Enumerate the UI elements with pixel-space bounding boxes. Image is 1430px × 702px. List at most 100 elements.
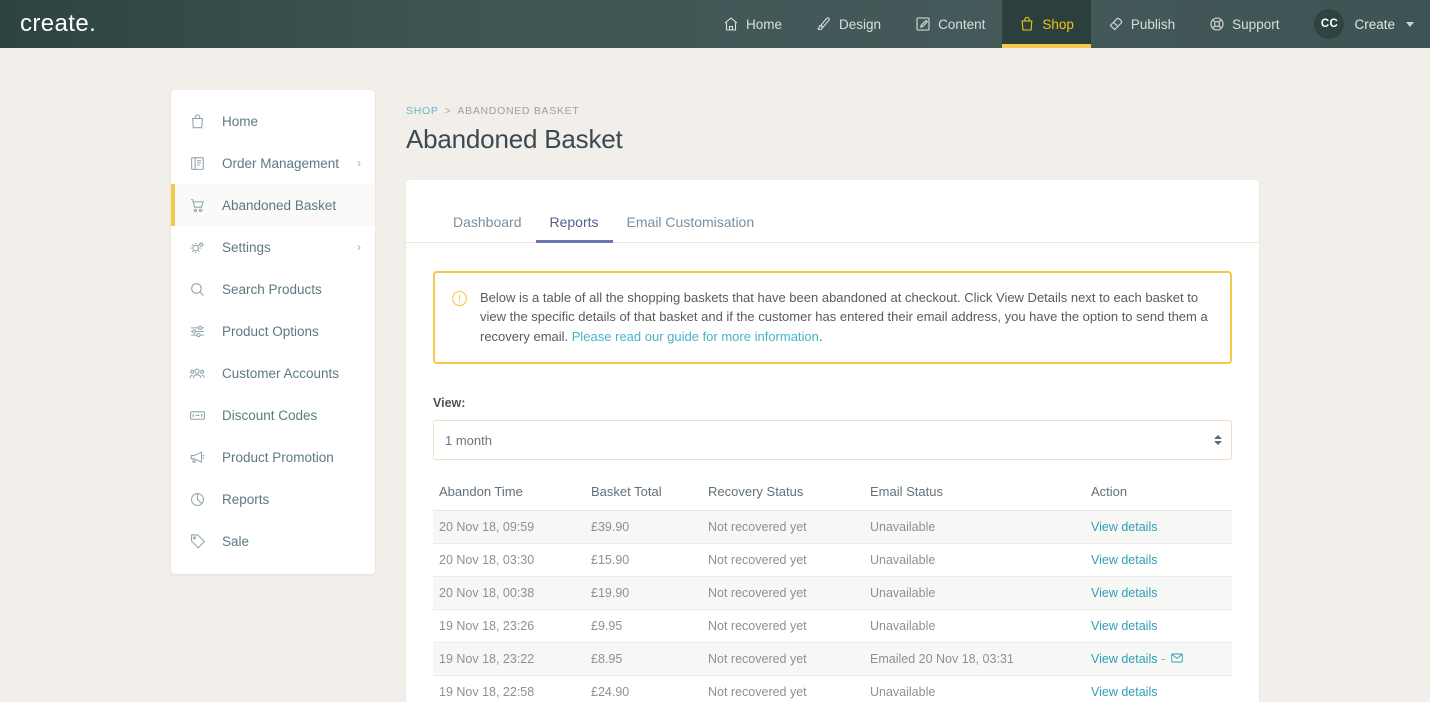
tab-dashboard[interactable]: Dashboard [439, 214, 536, 242]
sidebar-item-discount-codes[interactable]: Discount Codes [171, 394, 375, 436]
table-head: Abandon Time Basket Total Recovery Statu… [433, 484, 1232, 512]
nav-item-content[interactable]: Content [898, 0, 1002, 48]
piechart-icon [188, 490, 206, 508]
info-circle-icon [451, 290, 468, 307]
sidebar-item-home[interactable]: Home [171, 100, 375, 142]
sidebar-item-customer-accounts[interactable]: Customer Accounts [171, 352, 375, 394]
cell-action: View details [1085, 576, 1232, 611]
avatar: CC [1314, 9, 1345, 39]
page-title: Abandoned Basket [406, 124, 623, 154]
book-icon [188, 154, 206, 172]
cell-action: View details [1085, 609, 1232, 644]
view-details-link[interactable]: View details [1091, 685, 1157, 699]
view-details-link[interactable]: View details [1091, 586, 1157, 600]
tab-bar: Dashboard Reports Email Customisation [406, 180, 1259, 243]
sidebar-item-search-products[interactable]: Search Products [171, 268, 375, 310]
cell-basket-total: £24.90 [585, 675, 702, 702]
sidebar-label: Discount Codes [222, 407, 318, 423]
view-filter-label: View: [433, 396, 466, 411]
breadcrumb-link-shop[interactable]: SHOP [406, 105, 439, 117]
nav-label-content: Content [938, 16, 986, 32]
cell-abandon-time: 20 Nov 18, 00:38 [433, 576, 585, 611]
cell-recovery-status: Not recovered yet [702, 576, 864, 611]
sidebar-item-settings[interactable]: Settings › [171, 226, 375, 268]
gears-icon [188, 238, 206, 256]
card-body: Below is a table of all the shopping bas… [406, 243, 1259, 702]
user-menu[interactable]: CC Create [1296, 0, 1430, 48]
column-header-abandon-time: Abandon Time [433, 484, 585, 512]
sidebar-item-product-options[interactable]: Product Options [171, 310, 375, 352]
cell-recovery-status: Not recovered yet [702, 543, 864, 578]
view-filter-value: 1 month [445, 432, 492, 448]
nav-label-home: Home [746, 16, 783, 32]
cell-recovery-status: Not recovered yet [702, 510, 864, 545]
cell-abandon-time: 19 Nov 18, 23:22 [433, 642, 585, 677]
view-details-link[interactable]: View details [1091, 652, 1157, 666]
cell-email-status: Emailed 20 Nov 18, 03:31 [864, 642, 1085, 677]
pencil-icon [915, 16, 931, 32]
nav-label-design: Design [839, 16, 882, 32]
cell-recovery-status: Not recovered yet [702, 642, 864, 677]
nav-item-publish[interactable]: Publish [1091, 0, 1192, 48]
cell-email-status: Unavailable [864, 675, 1085, 702]
cell-email-status: Unavailable [864, 576, 1085, 611]
cell-email-status: Unavailable [864, 609, 1085, 644]
brand-name: create [20, 10, 90, 37]
sidebar-item-product-promotion[interactable]: Product Promotion [171, 436, 375, 478]
table-row: 20 Nov 18, 09:59 £39.90 Not recovered yet U… [433, 510, 1232, 545]
sidebar-item-order-management[interactable]: Order Management › [171, 142, 375, 184]
view-details-link[interactable]: View details [1091, 619, 1157, 633]
nav-item-support[interactable]: Support [1192, 0, 1296, 48]
megaphone-icon [188, 448, 206, 466]
column-header-basket-total: Basket Total [585, 484, 702, 512]
content-card: Dashboard Reports Email Customisation Be… [406, 180, 1259, 702]
nav-item-design[interactable]: Design [799, 0, 898, 48]
sidebar-label: Search Products [222, 281, 322, 297]
sidebar-label: Product Options [222, 323, 319, 339]
cell-abandon-time: 20 Nov 18, 09:59 [433, 510, 585, 545]
abandoned-baskets-table: Abandon Time Basket Total Recovery Statu… [433, 484, 1232, 702]
alert-guide-link[interactable]: Please read our guide for more informati… [572, 329, 819, 344]
sliders-icon [188, 322, 206, 340]
table-row: 19 Nov 18, 22:58 £24.90 Not recovered yet U… [433, 675, 1232, 702]
nav-item-home[interactable]: Home [706, 0, 799, 48]
table-row: 19 Nov 18, 23:26 £9.95 Not recovered yet Un… [433, 609, 1232, 644]
view-filter-wrap: 1 month [433, 420, 1232, 461]
cell-email-status: Unavailable [864, 510, 1085, 545]
view-details-link[interactable]: View details [1091, 553, 1157, 567]
table-row: 19 Nov 18, 23:22 £8.95 Not recovered yet Em… [433, 642, 1232, 677]
lifebuoy-icon [1209, 16, 1225, 32]
envelope-icon[interactable] [1170, 652, 1183, 664]
users-icon [188, 364, 206, 382]
sidebar-label: Order Management [222, 155, 340, 171]
breadcrumb-current: ABANDONED BASKET [457, 105, 580, 117]
sidebar-label: Customer Accounts [222, 365, 340, 381]
chevron-down-icon [1406, 21, 1414, 27]
column-header-recovery-status: Recovery Status [702, 484, 864, 512]
sidebar-item-reports[interactable]: Reports [171, 478, 375, 520]
cell-recovery-status: Not recovered yet [702, 675, 864, 702]
cell-abandon-time: 20 Nov 18, 03:30 [433, 543, 585, 578]
bag-icon [188, 112, 206, 130]
info-alert: Below is a table of all the shopping bas… [433, 271, 1232, 365]
sidebar-item-abandoned-basket[interactable]: Abandoned Basket [171, 184, 375, 226]
breadcrumb-separator: > [444, 105, 452, 117]
tab-reports[interactable]: Reports [535, 214, 613, 243]
view-filter-select[interactable]: 1 month [433, 420, 1232, 461]
chevron-right-icon: › [357, 156, 361, 170]
sidebar-label: Product Promotion [222, 449, 334, 465]
view-details-link[interactable]: View details [1091, 520, 1157, 534]
sidebar-item-sale[interactable]: Sale [171, 520, 375, 562]
table-row: 20 Nov 18, 03:30 £15.90 Not recovered yet U… [433, 543, 1232, 578]
page-body: Home Order Management › Abandoned Basket… [0, 48, 1430, 702]
sidebar-label: Sale [222, 533, 250, 549]
cell-action: View details [1085, 543, 1232, 578]
nav-item-shop[interactable]: Shop [1002, 0, 1091, 48]
column-header-action: Action [1085, 484, 1232, 512]
sidebar-label: Reports [222, 491, 270, 507]
brand-logo[interactable]: create. [0, 0, 200, 48]
user-name: Create [1354, 16, 1395, 32]
top-nav-items: Home Design Content Shop Publish Support… [706, 0, 1430, 48]
alert-message: Below is a table of all the shopping bas… [480, 288, 1214, 346]
tab-email-customisation[interactable]: Email Customisation [613, 214, 769, 242]
